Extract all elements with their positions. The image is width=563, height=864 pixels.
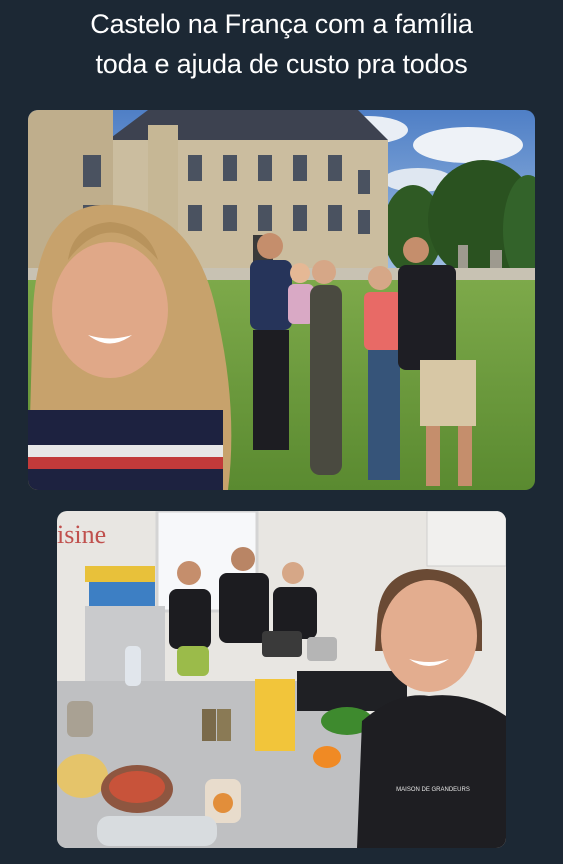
glass-dish	[97, 816, 217, 846]
cooking-class-photo-illustration: isine MAISON DE GRANDEURS	[57, 511, 506, 848]
jar	[177, 646, 209, 676]
wall-cabinet	[426, 511, 506, 567]
castle-family-photo-illustration	[28, 110, 535, 490]
cloud	[413, 127, 523, 163]
spice-jar	[217, 709, 231, 741]
post-caption: Castelo na França com a família toda e a…	[0, 4, 563, 84]
pepper-orange	[313, 746, 341, 768]
pot	[307, 637, 337, 661]
cooking-class-photo[interactable]: isine MAISON DE GRANDEURS	[57, 511, 506, 848]
flour-box	[255, 679, 295, 751]
crate-blue	[89, 582, 155, 606]
bowl-pasta	[57, 754, 108, 798]
castle-family-photo[interactable]	[28, 110, 535, 490]
caption-line-1: Castelo na França com a família	[90, 9, 473, 39]
crate-yellow	[85, 566, 155, 582]
kitchen-sign: isine	[57, 520, 106, 549]
caption-line-2: toda e ajuda de custo pra todos	[95, 49, 468, 79]
pot	[262, 631, 302, 657]
shirt-logo: MAISON DE GRANDEURS	[396, 787, 470, 793]
bottle	[125, 646, 141, 686]
spice-jar	[202, 709, 216, 741]
jar	[67, 701, 93, 737]
